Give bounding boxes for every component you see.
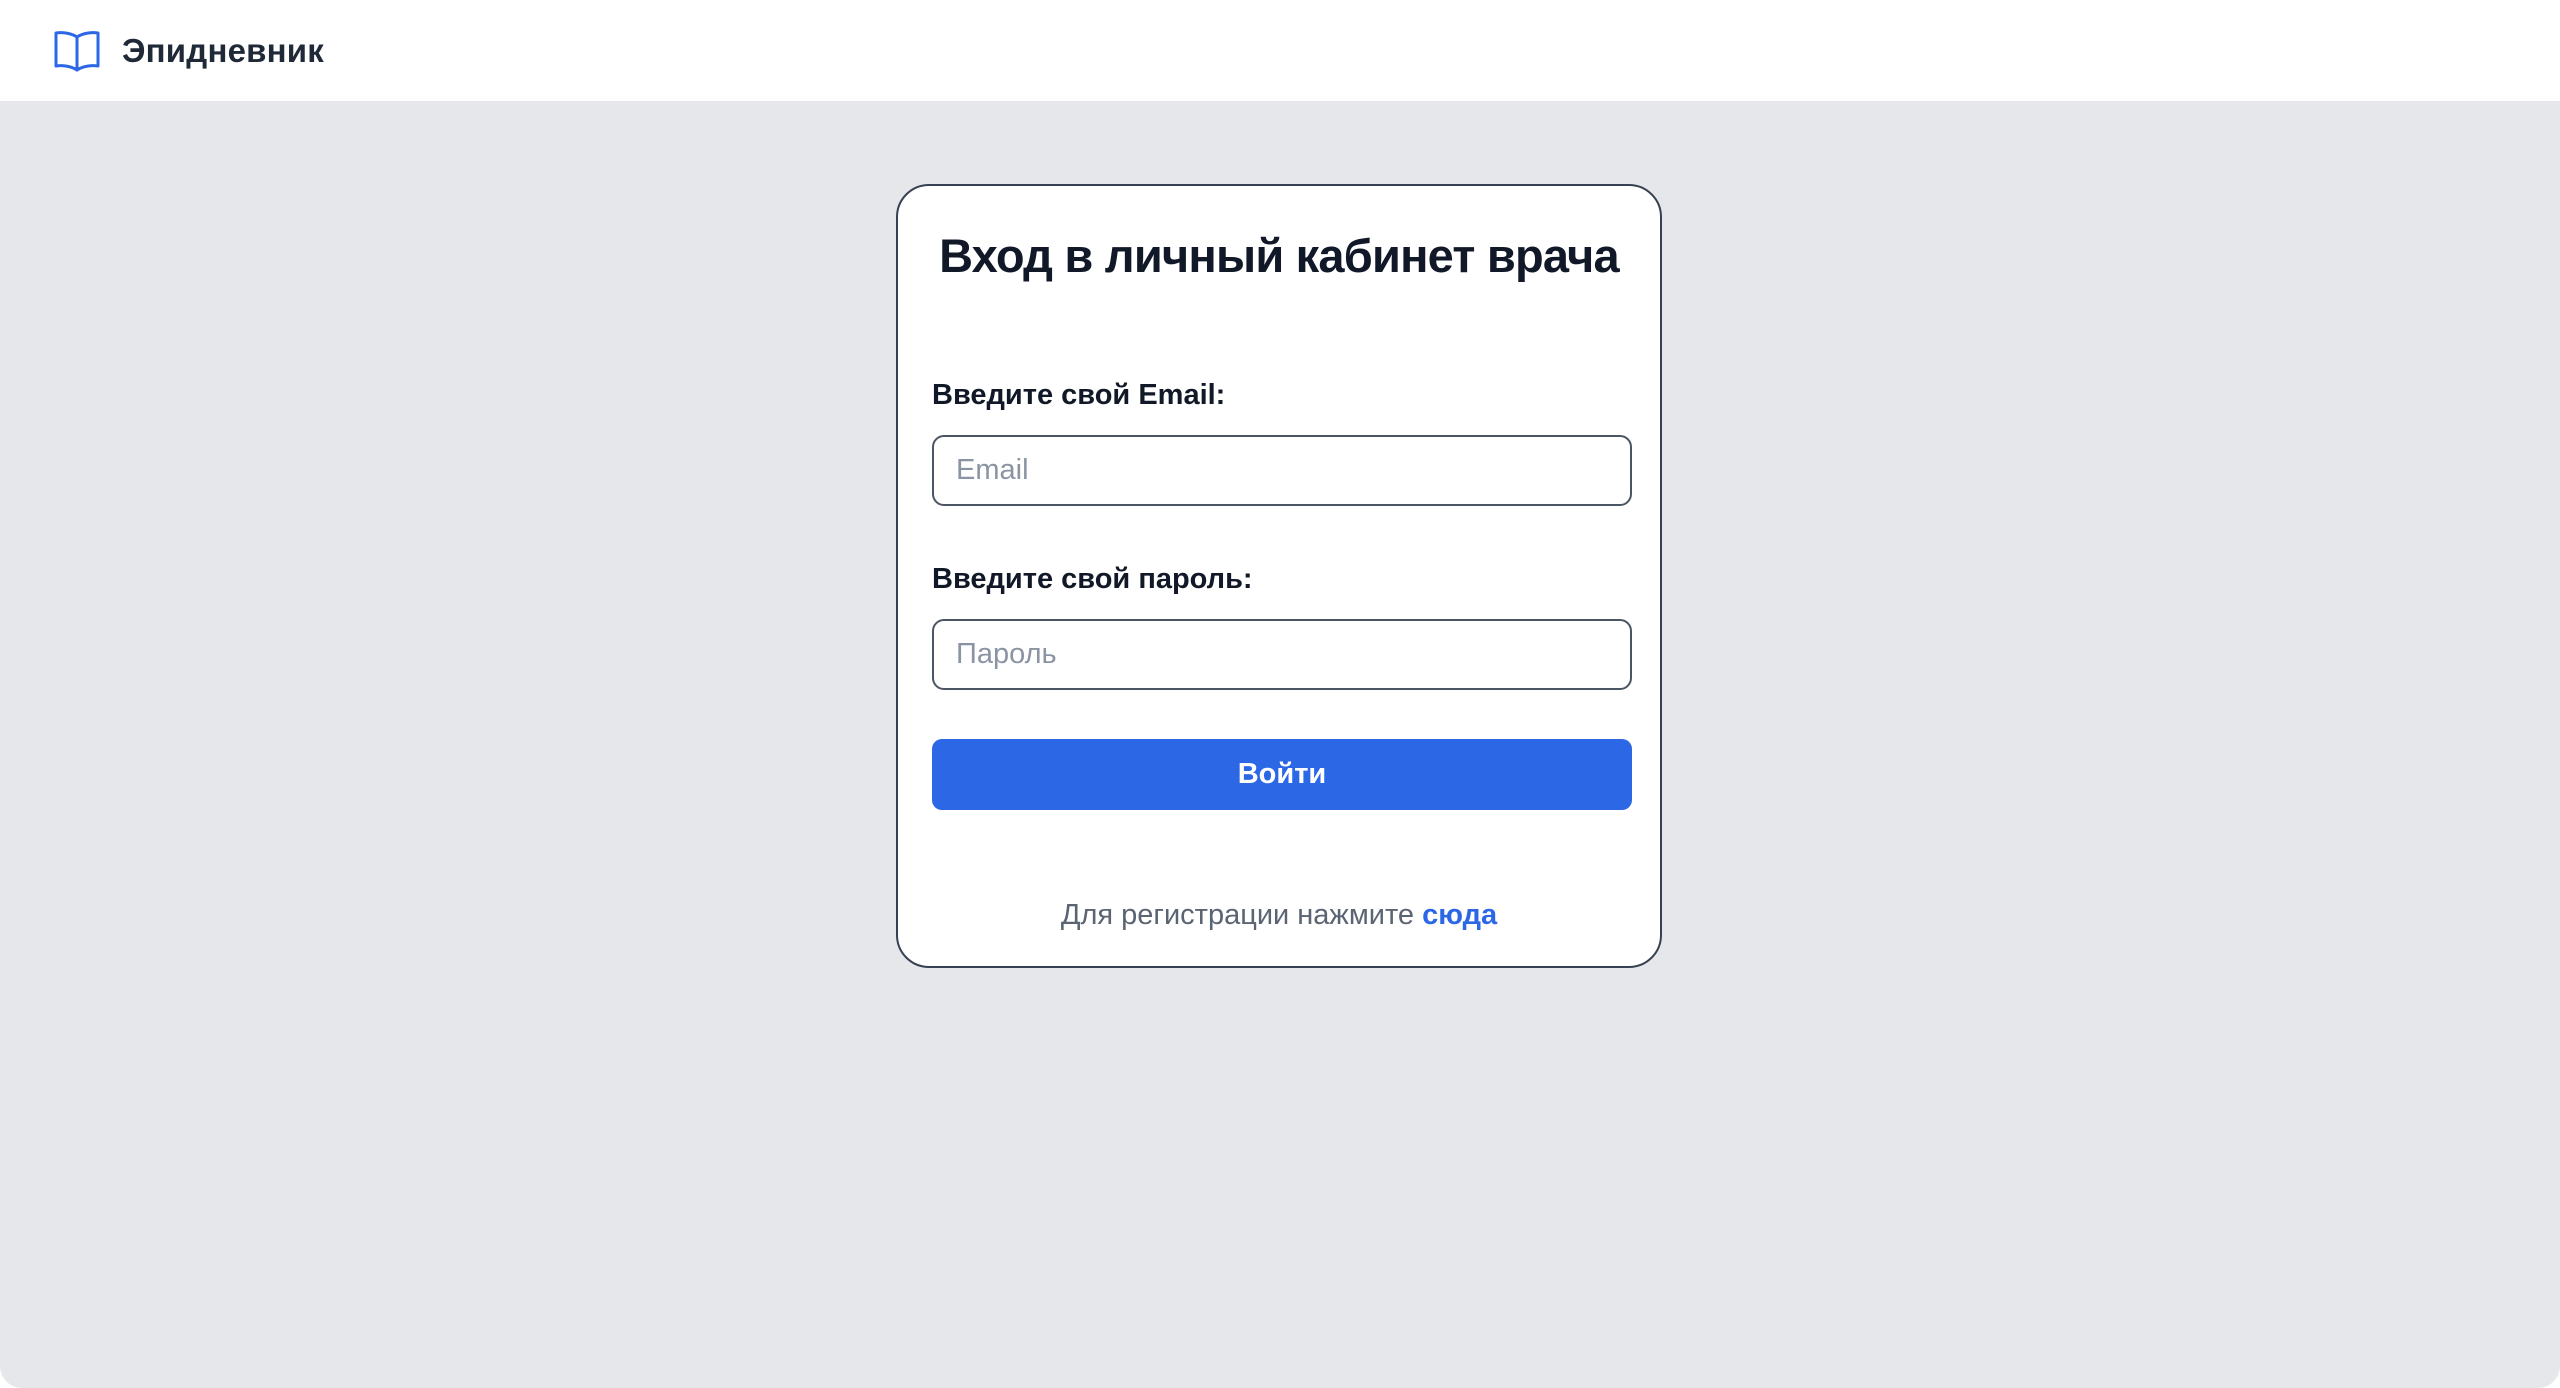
password-label: Введите свой пароль: [932,563,1253,595]
top-navbar: Эпидневник [0,0,2560,102]
page-title: Вход в личный кабинет врача [939,229,1620,282]
app-window: Эпидневник Вход в личный кабинет врача В… [0,0,2560,1388]
login-button[interactable]: Войти [932,739,1632,810]
register-prompt: Для регистрации нажмите [1060,899,1415,931]
register-link[interactable]: сюда [1422,899,1497,931]
brand[interactable]: Эпидневник [52,26,324,76]
login-card: Вход в личный кабинет врача Введите свой… [896,184,1662,968]
password-field[interactable] [932,619,1632,690]
email-field[interactable] [932,435,1632,506]
email-label: Введите свой Email: [932,379,1226,411]
brand-name: Эпидневник [122,32,324,69]
open-book-icon [52,26,102,76]
register-hint: Для регистрации нажмите сюда [898,898,1660,933]
